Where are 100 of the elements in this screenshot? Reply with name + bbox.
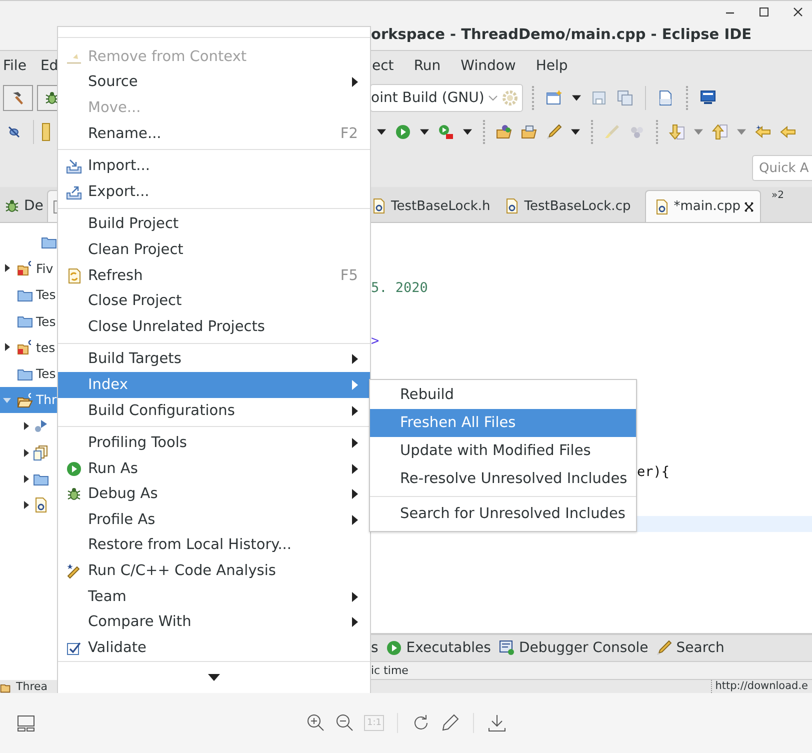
code-text: er){ (637, 464, 670, 480)
menu-item[interactable]: ect (371, 58, 404, 74)
bug-icon (66, 486, 82, 502)
maximize-icon[interactable] (758, 6, 770, 18)
menu-item[interactable]: Rename... F2 (58, 120, 370, 146)
menu-item[interactable]: Close Unrelated Projects (58, 314, 370, 340)
expand-arrow-icon[interactable] (22, 448, 30, 457)
menu-item[interactable]: Clean Project (58, 237, 370, 263)
export-icon (66, 184, 82, 200)
tree-item[interactable]: Fiv (36, 260, 54, 276)
menu-item[interactable]: Refresh F5 (58, 262, 370, 288)
view-tab[interactable]: De (0, 190, 48, 222)
menu-item[interactable]: Run C/C++ Code Analysis (58, 558, 370, 584)
caret-icon (737, 129, 746, 135)
chevron-down-icon (488, 95, 498, 101)
menu-item[interactable]: Validate (58, 635, 370, 661)
menu-item[interactable]: Import... (58, 153, 370, 179)
tree-item[interactable]: tes (36, 340, 56, 355)
menu-item[interactable]: File (0, 58, 34, 74)
save-icon (591, 90, 608, 106)
close-icon[interactable] (792, 6, 804, 18)
c-file-icon (504, 198, 520, 214)
menu-item[interactable]: Ed (34, 58, 57, 74)
new-window-icon (546, 90, 562, 106)
caret-icon (572, 95, 582, 101)
import-icon (66, 158, 82, 174)
c-file-icon (33, 497, 49, 514)
more-tabs-button[interactable]: »2 (765, 190, 784, 222)
pen-icon (546, 124, 562, 140)
caret-icon (463, 129, 472, 135)
console-icon (498, 640, 515, 656)
menu-item[interactable]: Run As (58, 456, 370, 482)
project-icon (17, 260, 33, 276)
run-icon (66, 460, 82, 477)
code-text: > (371, 332, 380, 349)
quick-access-field[interactable]: Quick A (752, 155, 812, 181)
view-tab[interactable]: s (371, 640, 378, 656)
open-folder-icon (521, 124, 537, 140)
project-icon (17, 339, 33, 356)
menu-item[interactable]: Export... (58, 178, 370, 205)
menu-item[interactable]: Window (450, 58, 526, 74)
download-icon[interactable] (487, 713, 508, 733)
menu-item[interactable]: Team (58, 584, 370, 610)
build-button[interactable] (3, 85, 33, 111)
status-text: Threa (16, 680, 48, 693)
console-text: ic time (371, 664, 408, 677)
view-tab[interactable]: Debugger Console (498, 640, 648, 656)
menu-item[interactable]: Build Targets (58, 346, 370, 372)
menu-item[interactable]: Help (526, 58, 578, 74)
binaries-icon (33, 418, 49, 434)
refresh-icon (66, 268, 82, 284)
menu-item[interactable]: Search for Unresolved Includes (370, 500, 636, 528)
project-icon (17, 392, 33, 408)
editor-tab[interactable]: TestBaseLock.cp (504, 190, 641, 222)
close-icon[interactable] (744, 202, 754, 212)
c-file-icon (371, 198, 387, 214)
view-tab[interactable]: Executables (386, 640, 491, 656)
layout-icon[interactable] (16, 713, 36, 733)
menu-item[interactable]: Compare With (58, 609, 370, 636)
menu-item[interactable]: Profile As (58, 507, 370, 533)
caret-icon (571, 129, 580, 135)
expand-arrow-icon[interactable] (22, 422, 30, 430)
zoom-out-icon[interactable] (335, 713, 355, 733)
tree-item[interactable]: Tes (36, 366, 57, 382)
menu-item[interactable]: Restore from Local History... (58, 532, 370, 558)
pen-icon[interactable] (440, 713, 460, 733)
zoom-in-icon[interactable] (306, 713, 326, 733)
c-file-icon (654, 198, 670, 214)
build-configuration-dropdown[interactable]: oint Build (GNU) (371, 84, 524, 112)
gear-icon (502, 90, 518, 106)
tree-item[interactable]: Tes (36, 314, 57, 329)
brush-icon (604, 124, 620, 140)
expand-arrow-icon[interactable] (22, 474, 30, 483)
open-folder-icon (496, 124, 512, 140)
menu-item[interactable]: Re-resolve Unresolved Includes (370, 465, 636, 493)
next-annotation-icon (669, 124, 685, 140)
binary-file-icon (658, 90, 674, 106)
view-tab[interactable]: Search (656, 640, 724, 656)
menu-item[interactable]: Run (404, 58, 451, 74)
menu-item[interactable]: Profiling Tools (58, 430, 370, 456)
magic-wand-icon (66, 563, 82, 580)
back-arrow-icon (780, 124, 796, 140)
last-edit-icon (755, 124, 771, 140)
editor-tab[interactable]: *main.cpp (644, 190, 762, 222)
menu-item[interactable]: Build Project (58, 212, 370, 238)
run-icon (395, 124, 411, 140)
menu-item[interactable]: Update with Modified Files (370, 437, 636, 465)
window-title: orkspace - ThreadDemo/main.cpp - Eclipse IDE (371, 27, 752, 43)
menu-item[interactable]: Build Configurations (58, 398, 370, 424)
scroll-down-arrow-icon[interactable] (208, 674, 220, 681)
menu-item[interactable]: Source (58, 70, 370, 96)
menu-item[interactable]: Rebuild (370, 381, 636, 409)
menu-item[interactable]: Debug As (58, 482, 370, 508)
expand-arrow-icon[interactable] (3, 264, 11, 272)
expand-arrow-icon[interactable] (3, 343, 11, 352)
expand-arrow-icon[interactable] (22, 501, 30, 510)
editor-tab[interactable]: TestBaseLock.h (371, 190, 500, 222)
checkbox-icon (66, 640, 82, 656)
tree-item[interactable]: Tes (36, 287, 57, 302)
menu-item[interactable]: Close Project (58, 288, 370, 314)
